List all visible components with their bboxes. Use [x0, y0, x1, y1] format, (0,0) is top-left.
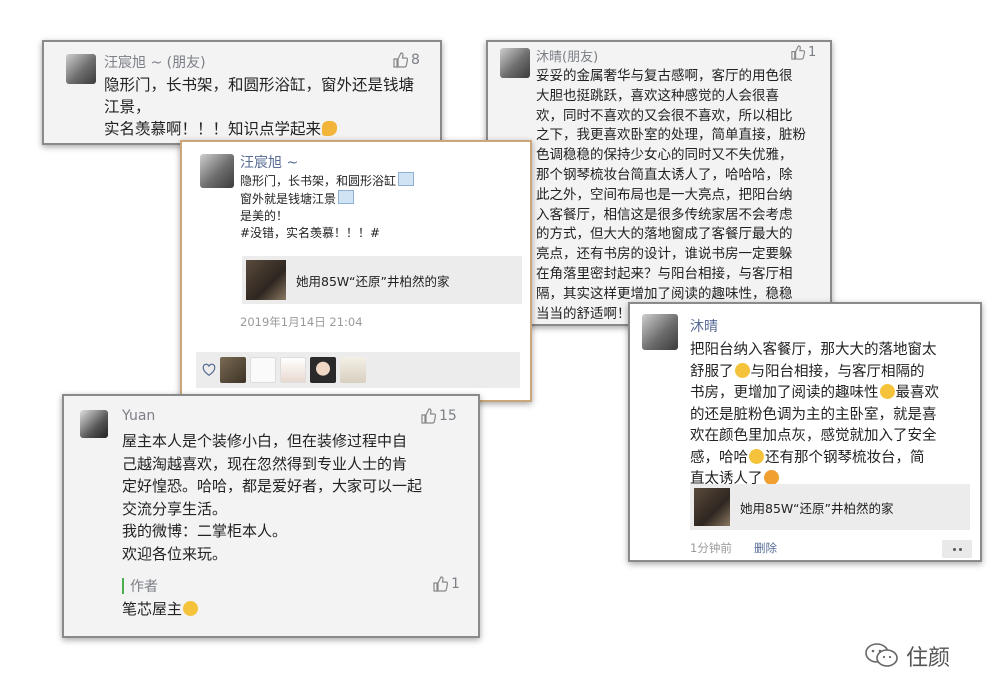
- text-line: 定好惶恐。哈哈，都是爱好者，大家可以一起: [122, 477, 423, 495]
- liker-avatar[interactable]: [280, 357, 306, 383]
- text-line: 妥妥的金属奢华与复古感啊，客厅的用色很: [536, 68, 793, 84]
- more-button[interactable]: [942, 540, 972, 558]
- avatar[interactable]: [642, 314, 678, 350]
- text-line: 最喜欢: [895, 385, 940, 401]
- avatar[interactable]: [80, 410, 108, 438]
- heart-icon: [202, 363, 216, 376]
- post-timestamp: 2019年1月14日 21:04: [240, 315, 363, 329]
- text-line: 隐形门，长书架，和圆形浴缸: [240, 174, 397, 188]
- delete-button[interactable]: 删除: [754, 540, 777, 556]
- text-line: 实名羡慕啊！！！知识点学起来: [104, 120, 322, 138]
- liker-avatar[interactable]: [250, 357, 276, 383]
- wechat-logo-icon: [865, 643, 898, 667]
- comment-username[interactable]: 汪宸旭 ~ (朋友): [104, 52, 206, 72]
- text-line: 的方式，但大大的落地窗成了客餐厅最大的: [536, 226, 793, 243]
- comment-username[interactable]: 沐晴: [690, 316, 718, 336]
- comment-time: 1分钟前: [690, 541, 732, 555]
- text-line: 隐形门，长书架，和圆形浴缸，窗外还是钱塘: [104, 76, 415, 94]
- smile-emoji-icon: [734, 362, 750, 378]
- heart-eyes-emoji-icon: [763, 470, 779, 485]
- comment-text: 屋主本人是个装修小白，但在装修过程中自 己越淘越喜欢，现在忽然得到专业人士的肯 …: [122, 430, 422, 565]
- thumbs-up-icon[interactable]: [432, 576, 448, 592]
- text-line: 把阳台纳入客餐厅，那大大的落地窗太: [690, 342, 937, 358]
- text-line: 的还是脏粉色调为主的主卧室，就是喜: [690, 406, 937, 423]
- comment-card-5: 沐晴 把阳台纳入客餐厅，那大大的落地窗太 舒服了 与阳台相接，与客厅相隔的 书房，…: [628, 302, 982, 562]
- text-line: 是美的！: [240, 209, 289, 223]
- article-thumbnail: [694, 488, 730, 526]
- text-line: 大胆也挺跳跃，喜欢这种感觉的人会很喜: [536, 87, 779, 104]
- text-line: 与阳台相接，与客厅相隔的: [750, 363, 925, 380]
- comment-text: 隐形门，长书架，和圆形浴缸，窗外还是钱塘 江景， 实名羡慕啊！！！知识点学起来: [104, 74, 414, 140]
- moments-post-card: 汪宸旭 ~ 隐形门，长书架，和圆形浴缸 窗外就是钱塘江景 是美的！ #没错，实名…: [180, 140, 532, 402]
- like-number: 1: [451, 576, 460, 592]
- liker-avatar[interactable]: [220, 357, 246, 383]
- article-title: 她用85W“还原”井柏然的家: [740, 500, 894, 516]
- avatar[interactable]: [66, 54, 96, 84]
- text-line: 在角落里密封起来？与阳台相接，与客厅相: [536, 265, 793, 282]
- text-line: 交流分享生活。: [122, 499, 228, 518]
- tongue-emoji-icon: [183, 601, 199, 616]
- post-username[interactable]: 汪宸旭 ~: [240, 152, 298, 172]
- like-count[interactable]: 1: [790, 45, 816, 60]
- like-number: 1: [808, 45, 817, 60]
- like-number: 8: [411, 52, 420, 68]
- text-line: 那个钢琴梳妆台简直太诱人了，哈哈哈，除: [536, 166, 793, 183]
- brand-watermark: 住颜: [864, 640, 950, 672]
- text-line: 欢迎各位来玩。: [122, 544, 228, 563]
- comment-card-1: 汪宸旭 ~ (朋友) 8 隐形门，长书架，和圆形浴缸，窗外还是钱塘 江景， 实名…: [42, 40, 442, 145]
- like-count[interactable]: 15: [420, 408, 457, 424]
- text-line: 欢，同时不喜欢的又会很不喜欢，所以相比: [536, 107, 793, 124]
- text-line: 色调稳稳的保持少女心的同时又不失优雅，: [536, 147, 793, 164]
- brand-name: 住颜: [906, 646, 951, 671]
- author-label: 作者: [130, 579, 158, 595]
- shared-article-link[interactable]: 她用85W“还原”井柏然的家: [242, 256, 522, 304]
- comment-card-3: 沐晴(朋友) 1 妥妥的金属奢华与复古感啊，客厅的用色很 大胆也挺跳跃，喜欢这种…: [486, 40, 832, 326]
- thumbs-up-icon[interactable]: [790, 45, 805, 60]
- post-text: 隐形门，长书架，和圆形浴缸 窗外就是钱塘江景 是美的！ #没错，实名羡慕！！！#: [240, 172, 415, 242]
- avatar[interactable]: [500, 48, 530, 78]
- thumbs-up-icon[interactable]: [420, 408, 436, 424]
- text-line: 还有那个钢琴梳妆台，简: [765, 449, 925, 466]
- like-count[interactable]: 8: [392, 52, 420, 68]
- text-line: 亮点，还有书房的设计，谁说书房一定要躲: [536, 246, 793, 263]
- text-line: 入客餐厅，相信这是很多传统家居不会考虑: [536, 206, 793, 223]
- text-line: #没错，实名羡慕！！！#: [240, 226, 381, 240]
- author-like-count[interactable]: 1: [432, 576, 460, 592]
- liker-avatar[interactable]: [310, 357, 336, 383]
- text-line: 之下，我更喜欢卧室的处理，简单直接，脏粉: [536, 127, 806, 144]
- text-line: 窗外就是钱塘江景: [240, 192, 337, 206]
- comment-username[interactable]: Yuan: [122, 408, 155, 424]
- article-thumbnail: [246, 260, 286, 300]
- muscle-emoji-icon: [322, 121, 338, 136]
- grin-emoji-icon: [879, 384, 895, 399]
- text-line: 己越淘越喜欢，现在忽然得到专业人士的肯: [122, 454, 408, 473]
- shared-article-link[interactable]: 她用85W“还原”井柏然的家: [690, 484, 970, 530]
- text-line: 此之外，空间布局也是一大亮点，把阳台纳: [536, 186, 793, 203]
- comment-text: 妥妥的金属奢华与复古感啊，客厅的用色很 大胆也挺跳跃，喜欢这种感觉的人会很喜 欢…: [536, 67, 806, 324]
- text-line: 欢在颜色里加点灰，感觉就加入了安全: [690, 428, 937, 444]
- likes-strip: [196, 352, 520, 388]
- laugh-emoji-icon: [749, 448, 764, 464]
- like-number: 15: [439, 408, 457, 424]
- comment-card-4: Yuan 15 屋主本人是个装修小白，但在装修过程中自 己越淘越喜欢，现在忽然得…: [62, 394, 480, 638]
- text-line: 书房，更增加了阅读的趣味性: [690, 385, 879, 401]
- text-line: 笔芯屋主: [122, 600, 183, 618]
- bathtub-emoji-icon: [398, 172, 415, 186]
- text-line: 屋主本人是个装修小白，但在装修过程中自: [122, 432, 408, 450]
- article-title: 她用85W“还原”井柏然的家: [296, 273, 450, 289]
- comment-username[interactable]: 沐晴(朋友): [536, 46, 598, 65]
- thumbs-up-icon[interactable]: [392, 52, 408, 68]
- liker-avatar[interactable]: [340, 357, 366, 383]
- text-line: 舒服了: [690, 363, 734, 380]
- avatar[interactable]: [200, 154, 234, 188]
- text-line: 感，哈哈: [690, 449, 748, 466]
- landscape-emoji-icon: [338, 190, 355, 204]
- more-icon: [952, 547, 956, 551]
- author-marker: [122, 578, 124, 594]
- comment-text: 把阳台纳入客餐厅，那大大的落地窗太 舒服了 与阳台相接，与客厅相隔的 书房，更增加…: [690, 340, 939, 491]
- text-line: 我的微博：二掌柜本人。: [122, 522, 288, 540]
- author-reply: 笔芯屋主: [122, 598, 199, 620]
- text-line: 江景，: [104, 98, 151, 116]
